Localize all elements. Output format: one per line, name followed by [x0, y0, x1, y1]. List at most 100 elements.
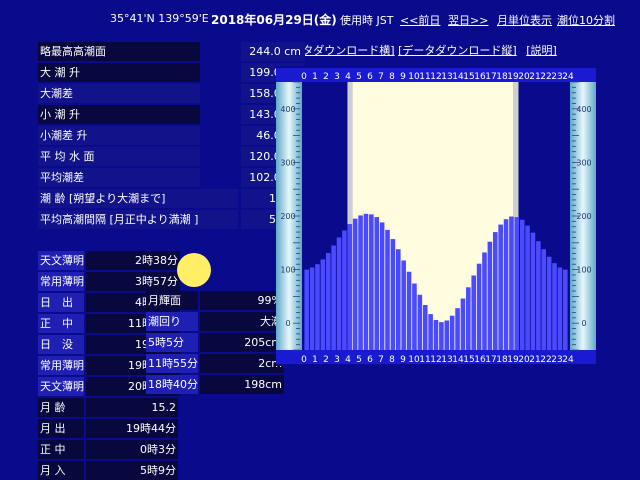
tide-bar [466, 287, 471, 350]
tide-bar [503, 219, 509, 350]
tide-bar [471, 275, 477, 350]
tide-bar [331, 245, 336, 350]
tide-bar [422, 304, 428, 350]
level-value: 244.0 cm [241, 42, 305, 61]
tide-bar [390, 239, 396, 350]
moon-label: 正 中 [38, 440, 84, 459]
tide-bar [482, 252, 487, 350]
bottom-hour-tick-label: 14 [452, 355, 464, 365]
sun-label: 常用薄明 [38, 272, 84, 291]
bottom-hour-tick-label: 9 [400, 355, 406, 365]
moon-info-value: 大潮 [200, 312, 284, 331]
top-hour-tick-label: 1 [312, 72, 318, 82]
tide-bar [385, 229, 390, 350]
top-hour-tick-label: 8 [389, 72, 395, 82]
tide-bar [455, 308, 460, 350]
tide-bar [439, 322, 444, 350]
tide-bar [449, 315, 455, 350]
right-scale-tick-label: 0 [581, 319, 586, 328]
top-hour-tick-label: 9 [400, 72, 406, 82]
tide-bar [336, 237, 342, 350]
tide-bar [417, 294, 423, 350]
top-hour-tick-label: 14 [452, 72, 464, 82]
ten-minute-link[interactable]: 潮位10分割 [557, 12, 615, 28]
bottom-hour-tick-label: 5 [356, 355, 362, 365]
download-links: [データダウンロード横] [データダウンロード縦] [説明] [276, 42, 557, 58]
top-hour-tick-label: 24 [562, 72, 574, 82]
left-scale-tick-label: 100 [280, 266, 295, 275]
monthly-view-link[interactable]: 月単位表示 [497, 12, 552, 28]
bottom-hour-tick-label: 23 [551, 355, 562, 365]
bottom-hour-tick-label: 0 [301, 355, 307, 365]
sun-label: 正 中 [38, 314, 84, 333]
top-hour-tick-label: 12 [430, 72, 441, 82]
tide-bar [546, 256, 552, 350]
moon-label: 月 出 [38, 419, 84, 438]
sun-label: 日 出 [38, 293, 84, 312]
bottom-hour-tick-label: 24 [562, 355, 574, 365]
bottom-hour-tick-label: 6 [367, 355, 373, 365]
moon-info-value: 205cm [200, 333, 284, 352]
tide-bar [347, 224, 353, 350]
right-scale-tick-label: 400 [576, 105, 591, 114]
sun-value: 3時57分 [86, 272, 180, 291]
tide-bar [530, 232, 536, 350]
level-label: 平均潮差 [38, 168, 200, 187]
top-hour-tick-label: 11 [419, 72, 430, 82]
top-hour-tick-label: 22 [540, 72, 551, 82]
tide-bar [315, 264, 320, 350]
level-label: 平均高潮間隔 [月正中より満潮 ] [38, 210, 238, 229]
bottom-hour-tick-label: 13 [441, 355, 452, 365]
bottom-hour-tick-label: 1 [312, 355, 318, 365]
tide-bar [309, 267, 315, 350]
level-label: 小潮差 升 [38, 126, 200, 145]
top-hour-tick-label: 6 [367, 72, 373, 82]
top-hour-tick-label: 13 [441, 72, 452, 82]
top-hour-tick-label: 23 [551, 72, 562, 82]
top-hour-tick-label: 18 [496, 72, 508, 82]
moon-label: 月 入 [38, 461, 84, 480]
tide-bar [525, 225, 530, 350]
level-label: 大 潮 升 [38, 63, 200, 82]
moon-value: 5時9分 [86, 461, 178, 480]
tide-bar [433, 319, 439, 350]
top-hour-tick-label: 20 [518, 72, 530, 82]
moon-value: 0時3分 [86, 440, 178, 459]
coordinates: 35°41'N 139°59'E [110, 12, 209, 25]
moon-info-label: 潮回り [146, 312, 198, 331]
bottom-hour-tick-label: 11 [419, 355, 430, 365]
prev-day-link[interactable]: <<前日 [400, 12, 440, 28]
help-link[interactable]: [説明] [526, 44, 557, 57]
tide-bar [363, 213, 369, 350]
bottom-hour-tick-label: 7 [378, 355, 384, 365]
tide-bar [406, 271, 412, 350]
tide-bar [444, 320, 450, 350]
tide-bar [552, 263, 557, 350]
sun-label: 常用薄明 [38, 356, 84, 375]
timezone-label: 使用時 JST [340, 14, 394, 27]
moon-value: 15.2 [86, 398, 178, 417]
next-day-link[interactable]: 翌日>> [448, 12, 488, 28]
tide-chart: 0011223344556677889910101111121213131414… [276, 66, 596, 366]
moon-info-value: 2cm [200, 354, 284, 373]
left-scale-tick-label: 300 [280, 158, 295, 167]
bottom-hour-tick-label: 12 [430, 355, 441, 365]
tide-bar [352, 218, 358, 350]
sun-value: 2時38分 [86, 251, 180, 270]
tide-bar [476, 263, 482, 350]
download-vertical-link[interactable]: [データダウンロード縦] [398, 44, 517, 57]
moon-info-label: 11時55分 [146, 354, 198, 373]
level-label: 略最高高潮面 [38, 42, 200, 61]
moon-info-label: 18時40分 [146, 375, 198, 394]
left-scale-tick-label: 200 [280, 212, 295, 221]
moon-label: 月 齢 [38, 398, 84, 417]
moon-value: 19時44分 [86, 419, 178, 438]
level-label: 小 潮 升 [38, 105, 200, 124]
moon-info-label: 5時5分 [146, 333, 198, 352]
bottom-hour-tick-label: 20 [518, 355, 530, 365]
bottom-hour-tick-label: 21 [529, 355, 540, 365]
top-hour-tick-label: 4 [345, 72, 351, 82]
tide-bar [395, 249, 401, 350]
top-hour-tick-label: 5 [356, 72, 362, 82]
top-hour-tick-label: 2 [323, 72, 329, 82]
